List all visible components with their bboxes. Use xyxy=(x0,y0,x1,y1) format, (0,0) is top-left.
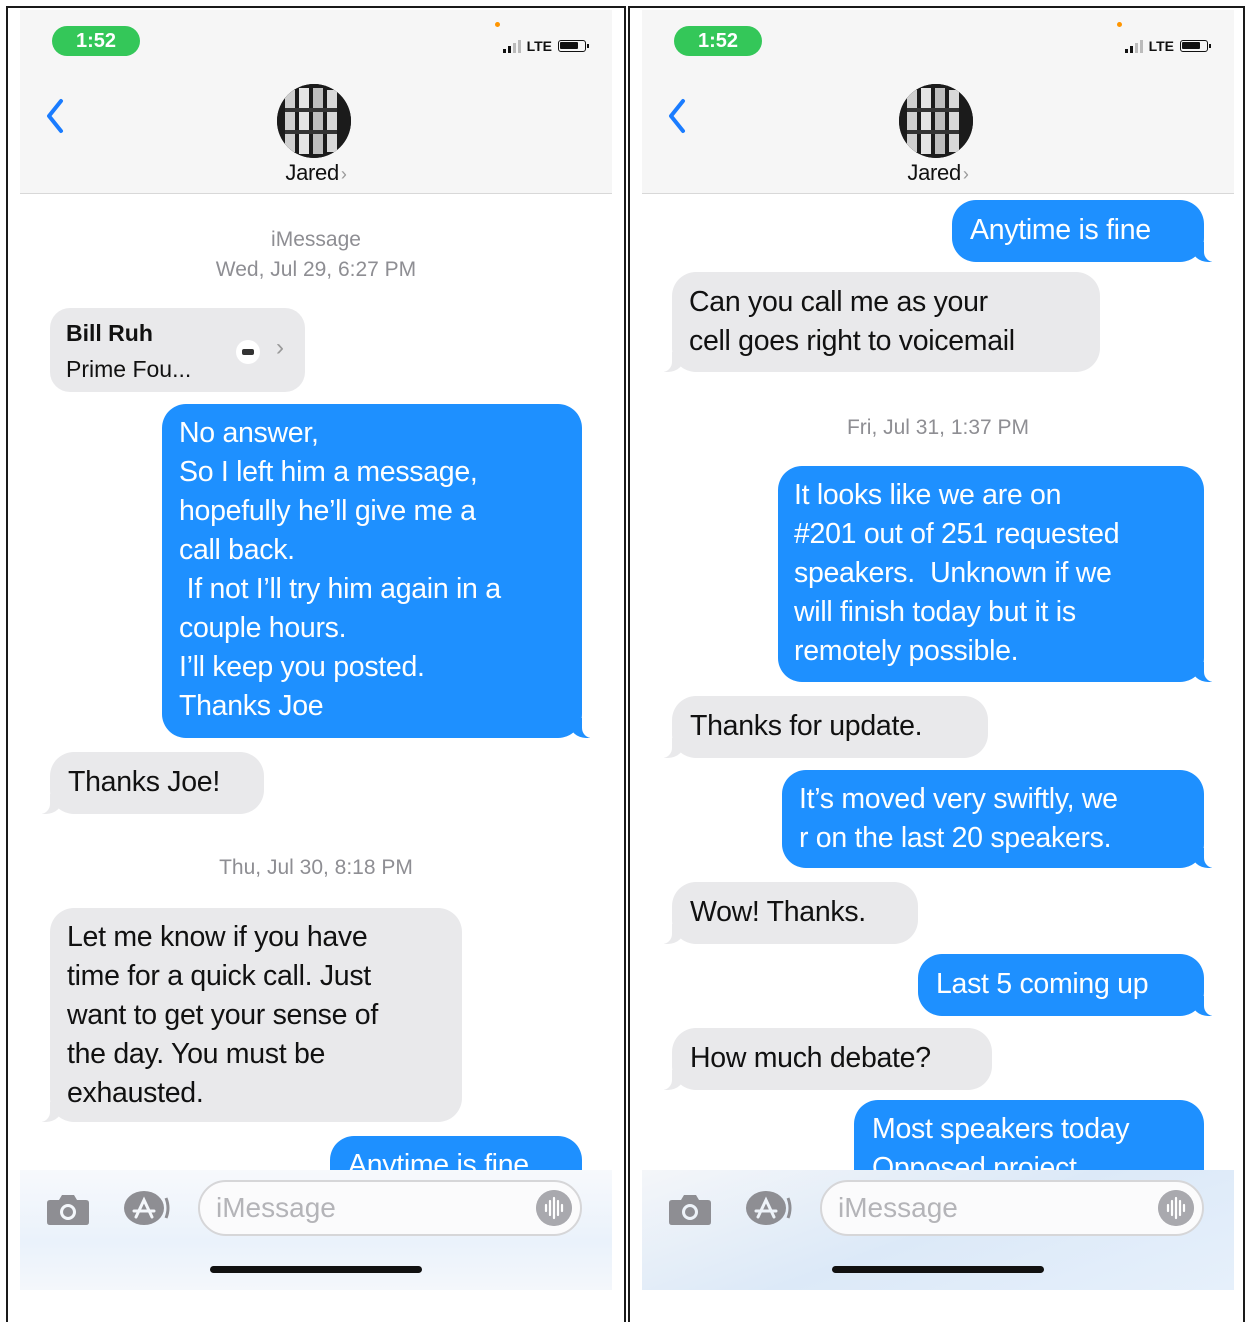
conversation-header: 1:52 LTE Jared › xyxy=(642,10,1234,194)
message-bubble-incoming[interactable]: Let me know if you have time for a quick… xyxy=(30,908,462,1122)
left-screenshot-frame: 1:52 LTE Jared › iMessage Wed, Jul 29, 6… xyxy=(6,6,626,1322)
mic-indicator-dot xyxy=(1117,22,1122,27)
contact-card-bubble[interactable]: Bill Ruh Prime Fou... › xyxy=(50,308,305,392)
network-label: LTE xyxy=(526,38,552,54)
message-bubble-outgoing[interactable]: Anytime is fine xyxy=(952,200,1224,262)
contact-avatar[interactable] xyxy=(899,84,973,158)
right-screenshot-frame: 1:52 LTE Jared › Anytime is fine Can you… xyxy=(628,6,1245,1322)
message-bubble-incoming[interactable]: Thanks for update. xyxy=(652,696,988,758)
timestamp: Fri, Jul 31, 1:37 PM xyxy=(846,416,1030,439)
message-bubble-outgoing[interactable]: Last 5 coming up xyxy=(918,954,1224,1016)
signal-icon xyxy=(502,39,521,53)
audio-message-icon[interactable] xyxy=(1158,1190,1194,1226)
home-indicator[interactable] xyxy=(832,1266,1044,1273)
mic-indicator-dot xyxy=(495,22,500,27)
status-bar-icons: LTE xyxy=(502,36,589,56)
conversation-header: 1:52 LTE Jared › xyxy=(20,10,612,194)
back-chevron-icon[interactable] xyxy=(44,98,66,134)
contact-name[interactable]: Jared › xyxy=(20,160,612,186)
chevron-right-icon: › xyxy=(962,164,969,184)
battery-icon xyxy=(1180,40,1211,52)
back-chevron-icon[interactable] xyxy=(666,98,688,134)
battery-icon xyxy=(558,40,589,52)
home-indicator[interactable] xyxy=(210,1266,422,1273)
message-input-placeholder: iMessage xyxy=(216,1192,336,1223)
contact-avatar[interactable] xyxy=(277,84,351,158)
message-input[interactable]: iMessage xyxy=(198,1180,582,1236)
message-bubble-incoming[interactable]: Can you call me as your cell goes right … xyxy=(652,272,1100,372)
status-bar-icons: LTE xyxy=(1124,36,1211,56)
message-bubble-outgoing[interactable]: No answer, So I left him a message, hope… xyxy=(162,404,602,738)
camera-icon[interactable] xyxy=(668,1192,712,1226)
status-time[interactable]: 1:52 xyxy=(52,26,140,56)
phone-screen-left: 1:52 LTE Jared › iMessage Wed, Jul 29, 6… xyxy=(20,10,612,1290)
message-bubble-incoming[interactable]: Wow! Thanks. xyxy=(652,882,918,944)
timestamp: Thu, Jul 30, 8:18 PM xyxy=(219,856,413,879)
message-input[interactable]: iMessage xyxy=(820,1180,1204,1236)
message-bubble-outgoing[interactable]: It looks like we are on #201 out of 251 … xyxy=(778,466,1224,682)
audio-message-icon[interactable] xyxy=(536,1190,572,1226)
status-time[interactable]: 1:52 xyxy=(674,26,762,56)
app-store-icon[interactable] xyxy=(122,1190,170,1226)
service-label: iMessage xyxy=(271,228,361,251)
contact-card-icon xyxy=(236,340,260,364)
message-bubble-incoming[interactable]: Thanks Joe! xyxy=(30,752,264,814)
camera-icon[interactable] xyxy=(46,1192,90,1226)
contact-name[interactable]: Jared › xyxy=(642,160,1234,186)
message-bubble-outgoing[interactable]: It’s moved very swiftly, we r on the las… xyxy=(782,770,1224,868)
message-input-placeholder: iMessage xyxy=(838,1192,958,1223)
network-label: LTE xyxy=(1148,38,1174,54)
signal-icon xyxy=(1124,39,1143,53)
phone-screen-right: 1:52 LTE Jared › Anytime is fine Can you… xyxy=(642,10,1234,1290)
chevron-right-icon: › xyxy=(276,334,284,361)
timestamp: Wed, Jul 29, 6:27 PM xyxy=(215,258,417,281)
message-bubble-incoming[interactable]: How much debate? xyxy=(652,1028,992,1090)
chevron-right-icon: › xyxy=(340,164,347,184)
app-store-icon[interactable] xyxy=(744,1190,792,1226)
